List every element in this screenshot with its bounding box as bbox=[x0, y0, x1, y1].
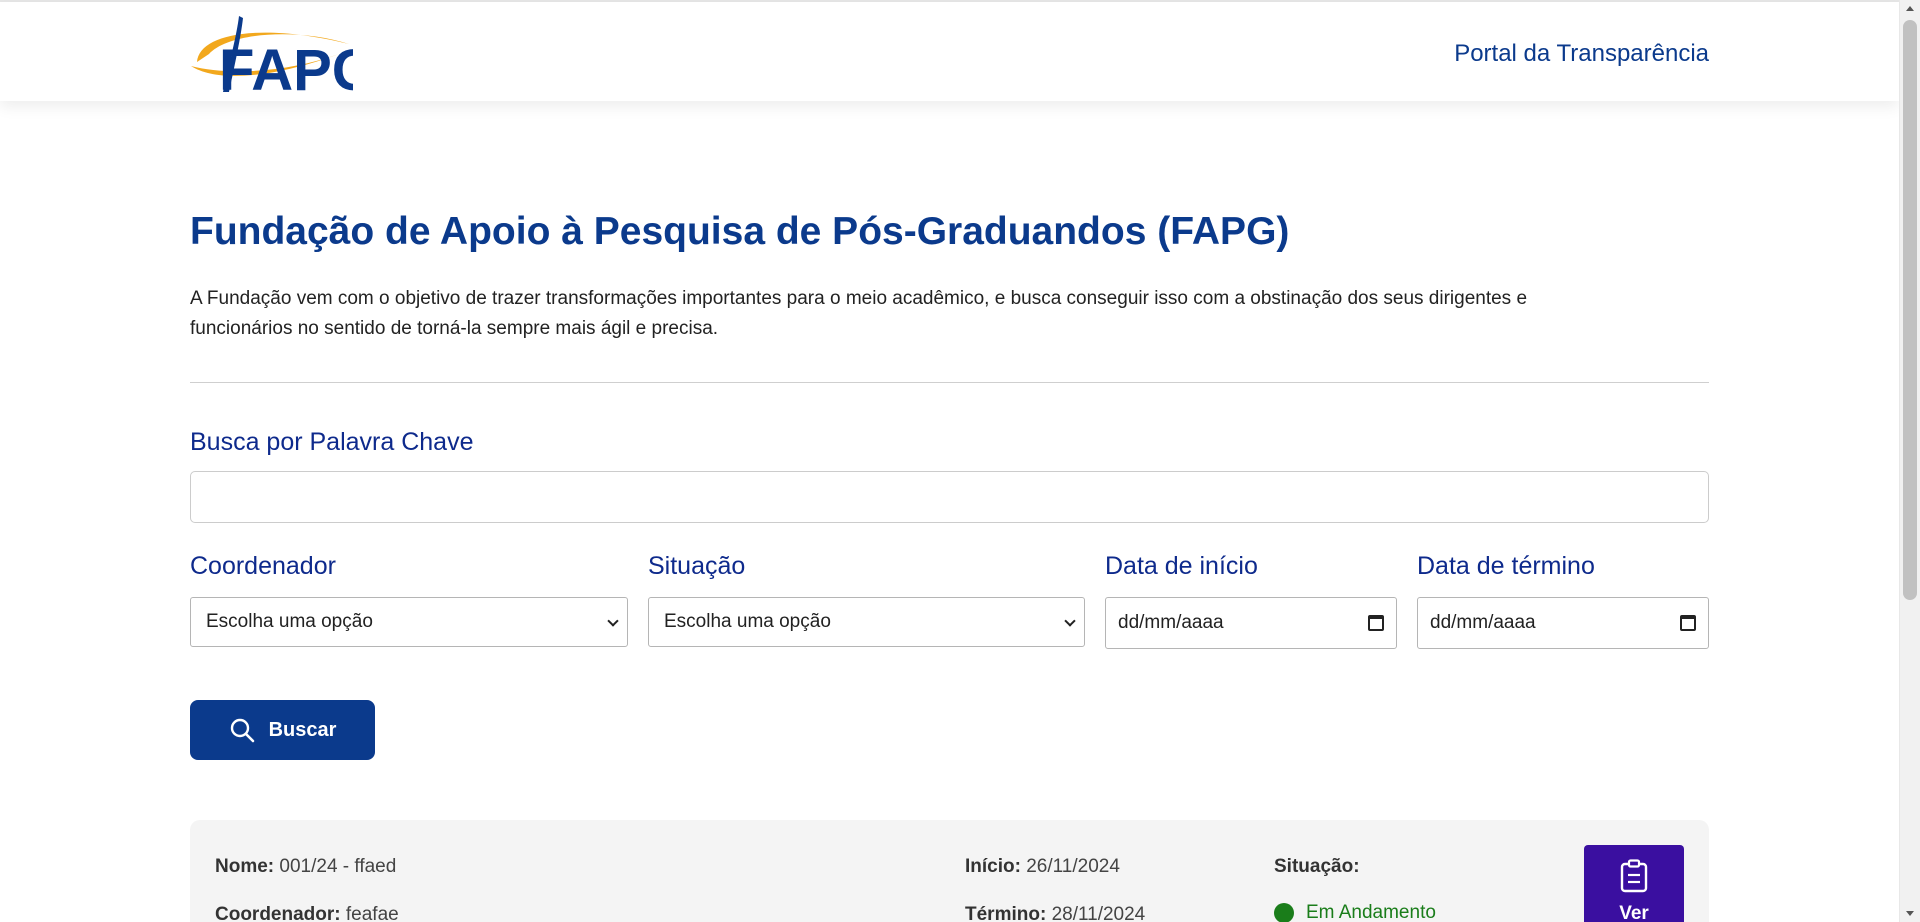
status-dot-icon bbox=[1274, 903, 1294, 922]
result-name-value: 001/24 - ffaed bbox=[279, 856, 397, 877]
search-button-label: Buscar bbox=[268, 718, 337, 741]
chevron-down-icon bbox=[607, 615, 619, 627]
keyword-label: Busca por Palavra Chave bbox=[190, 428, 474, 456]
keyword-search-input[interactable] bbox=[190, 471, 1709, 523]
result-coordinator-label: Coordenador: bbox=[215, 904, 341, 922]
search-button[interactable]: Buscar bbox=[190, 700, 375, 760]
result-status-value: Em Andamento bbox=[1306, 902, 1436, 922]
fapg-logo[interactable]: FAPG bbox=[189, 14, 353, 94]
logo-text: FAPG bbox=[219, 38, 353, 94]
calendar-icon[interactable] bbox=[1680, 615, 1696, 631]
view-button[interactable]: Ver bbox=[1584, 845, 1684, 922]
scroll-down-arrow-icon[interactable] bbox=[1906, 911, 1914, 916]
coordinator-select-value: Escolha uma opção bbox=[206, 611, 373, 632]
end-date-input[interactable]: dd/mm/aaaa bbox=[1417, 597, 1709, 649]
result-name: Nome: 001/24 - ffaed bbox=[215, 856, 396, 878]
start-date-placeholder: dd/mm/aaaa bbox=[1118, 612, 1224, 633]
page-description: A Fundação vem com o objetivo de trazer … bbox=[190, 288, 1528, 339]
chevron-down-icon bbox=[1064, 615, 1076, 627]
scroll-up-arrow-icon[interactable] bbox=[1906, 6, 1914, 11]
end-date-placeholder: dd/mm/aaaa bbox=[1430, 612, 1536, 633]
result-end: Término: 28/11/2024 bbox=[965, 904, 1145, 922]
start-date-label: Data de início bbox=[1105, 552, 1258, 580]
result-start: Início: 26/11/2024 bbox=[965, 856, 1120, 878]
vertical-scrollbar[interactable] bbox=[1899, 0, 1920, 922]
page-title: Fundação de Apoio à Pesquisa de Pós-Grad… bbox=[190, 210, 1290, 253]
result-status-label: Situação: bbox=[1274, 856, 1360, 877]
result-coordinator-value: feafae bbox=[345, 904, 399, 922]
scrollbar-thumb[interactable] bbox=[1903, 20, 1917, 600]
site-header: FAPG Portal da Transparência bbox=[0, 2, 1899, 101]
result-start-label: Início: bbox=[965, 856, 1021, 877]
result-status: Em Andamento bbox=[1274, 902, 1436, 922]
result-card: Nome: 001/24 - ffaed Coordenador: feafae… bbox=[190, 820, 1709, 922]
result-name-label: Nome: bbox=[215, 856, 275, 877]
coordinator-label: Coordenador bbox=[190, 552, 336, 580]
search-icon bbox=[230, 718, 254, 743]
view-button-label: Ver bbox=[1619, 903, 1649, 922]
status-select[interactable]: Escolha uma opção bbox=[648, 597, 1085, 647]
status-select-value: Escolha uma opção bbox=[664, 611, 831, 632]
end-date-label: Data de término bbox=[1417, 552, 1595, 580]
result-end-label: Término: bbox=[965, 904, 1047, 922]
result-start-value: 26/11/2024 bbox=[1026, 856, 1120, 877]
divider bbox=[190, 382, 1709, 383]
result-end-value: 28/11/2024 bbox=[1051, 904, 1146, 922]
start-date-input[interactable]: dd/mm/aaaa bbox=[1105, 597, 1397, 649]
result-status-heading: Situação: bbox=[1274, 856, 1360, 878]
calendar-icon[interactable] bbox=[1368, 615, 1384, 631]
result-coordinator: Coordenador: feafae bbox=[215, 904, 399, 922]
status-label: Situação bbox=[648, 552, 746, 580]
coordinator-select[interactable]: Escolha uma opção bbox=[190, 597, 628, 647]
portal-transparencia-link[interactable]: Portal da Transparência bbox=[1454, 40, 1709, 68]
clipboard-icon bbox=[1620, 859, 1648, 893]
